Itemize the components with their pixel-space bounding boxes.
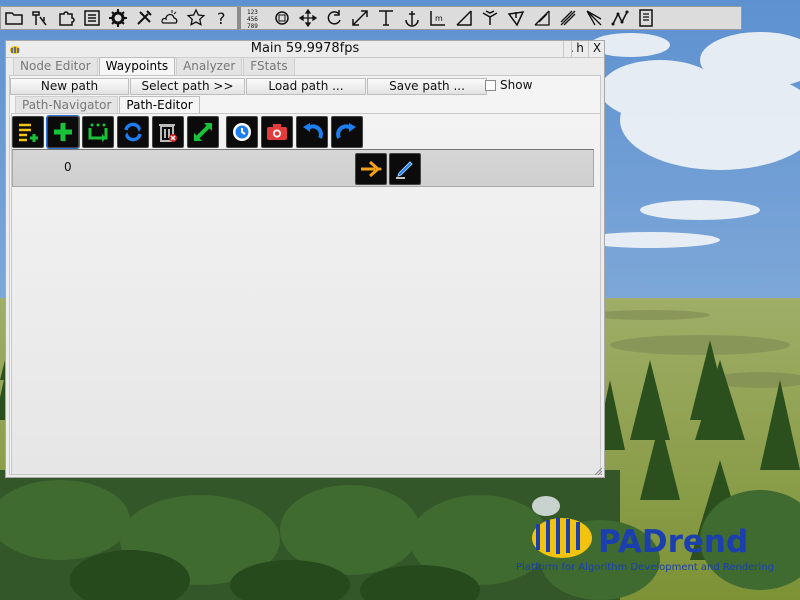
show-label: Show: [500, 78, 533, 92]
transform-2-icon[interactable]: [477, 7, 503, 29]
tools-icon[interactable]: [131, 7, 157, 29]
transform-5-icon[interactable]: [555, 7, 581, 29]
screenshot-camera-icon[interactable]: [261, 116, 293, 148]
transform-6-icon[interactable]: [581, 7, 607, 29]
close-button[interactable]: X: [588, 41, 605, 57]
bookmark-star-icon[interactable]: [183, 7, 209, 29]
svg-text:m: m: [435, 14, 443, 23]
tab-node-editor[interactable]: Node Editor: [13, 57, 98, 75]
goto-waypoint-icon[interactable]: [355, 153, 387, 185]
plugin-puzzle-icon[interactable]: [53, 7, 79, 29]
tab-fstats[interactable]: FStats: [243, 57, 295, 75]
load-path-button[interactable]: Load path ...: [246, 78, 366, 95]
svg-text:789: 789: [247, 23, 258, 28]
path-icon[interactable]: [607, 7, 633, 29]
main-window: Main 59.9978fps . h X Node Editor Waypoi…: [5, 40, 605, 478]
scale-icon[interactable]: [347, 7, 373, 29]
logo-tagline: Platform for Algorithm Development and R…: [516, 562, 774, 573]
tab-path-editor[interactable]: Path-Editor: [119, 96, 200, 114]
list-icon[interactable]: [79, 7, 105, 29]
hide-button[interactable]: h: [571, 41, 588, 57]
tab-analyzer[interactable]: Analyzer: [176, 57, 243, 75]
align-top-icon[interactable]: [373, 7, 399, 29]
settings-gear-icon[interactable]: [105, 7, 131, 29]
fit-expand-icon[interactable]: [187, 116, 219, 148]
notes-icon[interactable]: [633, 7, 659, 29]
loop-icon[interactable]: [82, 116, 114, 148]
delete-path-icon[interactable]: [152, 116, 184, 148]
main-toolbar: ? 123 456 789 m: [0, 6, 742, 30]
camera-rotate-icon[interactable]: [269, 7, 295, 29]
numbers-grid-icon[interactable]: 123 456 789: [243, 7, 269, 29]
window-titlebar[interactable]: Main 59.9978fps . h X: [6, 41, 604, 58]
transform-4-icon[interactable]: [529, 7, 555, 29]
waypoint-index: 0: [64, 160, 72, 174]
show-checkbox[interactable]: [485, 79, 496, 91]
timing-gear-icon[interactable]: [226, 116, 258, 148]
select-path-button[interactable]: Select path >>: [130, 78, 245, 95]
padrend-logo: PADrend Platform for Algorithm Developme…: [516, 494, 786, 584]
resize-grip-icon[interactable]: [594, 467, 602, 475]
edit-waypoint-icon[interactable]: [389, 153, 421, 185]
svg-text:456: 456: [247, 16, 258, 23]
tab-path-navigator[interactable]: Path-Navigator: [15, 96, 119, 114]
svg-text:123: 123: [247, 9, 258, 16]
save-path-button[interactable]: Save path ...: [367, 78, 487, 95]
scene-tools-icon[interactable]: [27, 7, 53, 29]
toolbar-divider: [237, 7, 241, 29]
main-tab-bar: Node Editor Waypoints Analyzer FStats: [13, 57, 296, 75]
undo-icon[interactable]: [296, 116, 328, 148]
refresh-icon[interactable]: [117, 116, 149, 148]
window-title: Main 59.9978fps: [250, 41, 360, 56]
anchor-icon[interactable]: [399, 7, 425, 29]
weather-icon[interactable]: [157, 7, 183, 29]
tab-waypoints[interactable]: Waypoints: [98, 57, 176, 75]
path-button-row: New path Select path >> Load path ... Sa…: [10, 78, 488, 95]
transform-3-icon[interactable]: [503, 7, 529, 29]
transform-1-icon[interactable]: [451, 7, 477, 29]
padrend-bee-mark-icon: [532, 496, 592, 558]
sub-tab-bar: Path-Navigator Path-Editor: [15, 96, 201, 114]
redo-icon[interactable]: [331, 116, 363, 148]
path-editor-toolbar: [12, 115, 366, 149]
move-icon[interactable]: [295, 7, 321, 29]
add-list-icon[interactable]: [12, 116, 44, 148]
waypoint-list: 0: [12, 149, 594, 187]
show-path-toggle: Show: [485, 78, 532, 92]
help-icon[interactable]: ?: [209, 7, 235, 29]
svg-text:?: ?: [217, 9, 226, 28]
logo-wordmark: PADrend: [598, 524, 749, 560]
measure-icon[interactable]: m: [425, 7, 451, 29]
folder-icon[interactable]: [1, 7, 27, 29]
new-path-button[interactable]: New path: [10, 78, 129, 95]
rotate-icon[interactable]: [321, 7, 347, 29]
add-waypoint-icon[interactable]: [46, 115, 80, 149]
